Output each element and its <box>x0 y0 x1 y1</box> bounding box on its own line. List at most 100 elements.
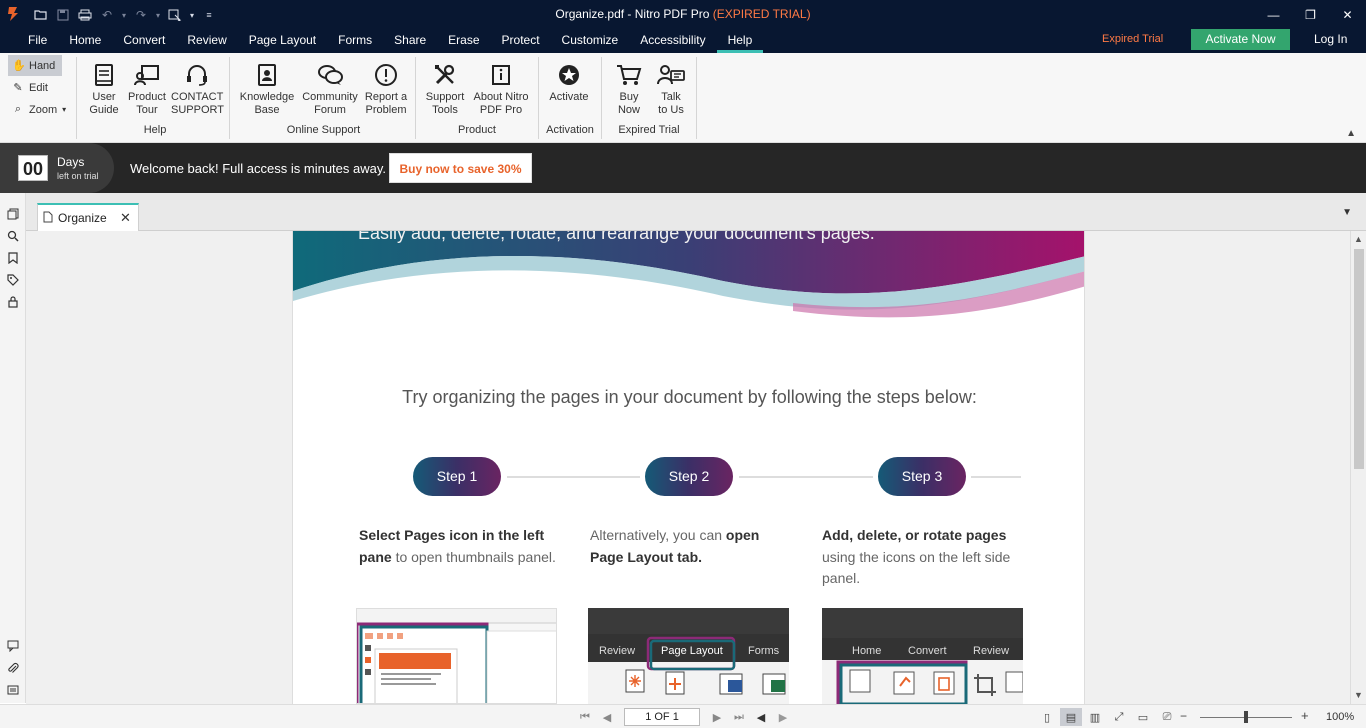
cart-icon <box>611 61 647 89</box>
fit-width-icon[interactable]: ⤢ <box>1108 708 1130 726</box>
tab-help[interactable]: Help <box>716 29 764 53</box>
alert-icon <box>361 61 411 89</box>
last-page-icon[interactable]: ⏭ <box>730 711 748 724</box>
pages-icon[interactable] <box>5 206 20 221</box>
report-problem-button[interactable]: Report a Problem <box>361 61 411 117</box>
tag-icon[interactable] <box>5 272 20 287</box>
product-group-label: Product <box>458 124 496 136</box>
ribbon-separator <box>601 57 602 139</box>
next-view-icon[interactable]: ▶ <box>774 711 792 724</box>
scrollbar-thumb[interactable] <box>1354 249 1364 469</box>
thumb2-tab-page-layout: Page Layout <box>661 645 723 657</box>
document-viewport[interactable]: Easily add, delete, rotate, and rearrang… <box>26 231 1350 704</box>
single-page-view-icon[interactable]: ▯ <box>1036 708 1058 726</box>
activate-button[interactable]: Activate <box>544 61 594 104</box>
vertical-scrollbar[interactable]: ▲ ▼ <box>1350 231 1366 704</box>
hero-subtitle: Easily add, delete, rotate, and rearrang… <box>358 231 875 243</box>
previous-page-icon[interactable]: ◀ <box>598 711 616 724</box>
facing-view-icon[interactable]: ▥ <box>1084 708 1106 726</box>
scroll-down-icon[interactable]: ▼ <box>1354 690 1363 700</box>
step-2-illustration: Review Page Layout Forms <box>588 608 789 704</box>
search-icon[interactable] <box>5 228 20 243</box>
first-page-icon[interactable]: ⏮ <box>576 711 594 724</box>
buy-now-button[interactable]: Buy Now <box>611 61 647 117</box>
step-1-pill: Step 1 <box>413 457 501 496</box>
thumb3-tab-convert: Convert <box>908 645 947 657</box>
form-fields-icon[interactable] <box>5 682 20 697</box>
page-number-input[interactable]: 1 OF 1 <box>624 708 700 726</box>
close-icon[interactable]: ✕ <box>1329 0 1366 29</box>
step-connector <box>507 476 640 478</box>
contact-support-button[interactable]: CONTACT SUPPORT <box>171 61 224 117</box>
community-forum-button[interactable]: Community Forum <box>299 61 361 117</box>
comment-icon[interactable] <box>5 638 20 653</box>
thumb3-tab-review: Review <box>973 645 1009 657</box>
tab-home[interactable]: Home <box>58 29 112 53</box>
ribbon: ✋ Hand ✎ Edit ⌕ Zoom ▾ User Guide Produc… <box>0 53 1366 143</box>
minimize-icon[interactable]: — <box>1255 0 1292 29</box>
days-sub-label: left on trial <box>57 171 99 181</box>
chat-person-icon <box>652 61 690 89</box>
about-nitro-button[interactable]: About Nitro PDF Pro <box>469 61 533 117</box>
scroll-up-icon[interactable]: ▲ <box>1354 234 1363 244</box>
continuous-view-icon[interactable]: ▤ <box>1060 708 1082 726</box>
thumb2-tab-forms: Forms <box>748 645 780 657</box>
tab-protect[interactable]: Protect <box>491 29 551 53</box>
zoom-handle[interactable] <box>1244 711 1248 723</box>
days-label: Days <box>57 155 85 169</box>
lock-icon[interactable] <box>5 294 20 309</box>
product-tour-button[interactable]: Product Tour <box>125 61 169 117</box>
window-title: Organize.pdf - Nitro PDF Pro (EXPIRED TR… <box>555 7 811 21</box>
expired-trial-tag: (EXPIRED TRIAL) <box>712 7 811 21</box>
tab-forms[interactable]: Forms <box>327 29 383 53</box>
zoom-in-icon[interactable]: + <box>1301 708 1309 723</box>
zoom-mode-button[interactable]: ⌕ Zoom ▾ <box>8 99 74 120</box>
monitor-view-icon[interactable]: ⎚ <box>1156 708 1178 726</box>
step-2-pill: Step 2 <box>645 457 733 496</box>
previous-view-icon[interactable]: ◀ <box>752 711 770 724</box>
hand-mode-button[interactable]: ✋ Hand <box>8 55 62 76</box>
document-tab-label: Organize <box>58 211 107 225</box>
zoom-out-icon[interactable]: − <box>1180 709 1187 723</box>
tools-icon <box>421 61 469 89</box>
tab-list-dropdown-icon[interactable]: ▼ <box>1342 207 1352 218</box>
book-icon <box>87 61 121 89</box>
tab-review[interactable]: Review <box>176 29 237 53</box>
step-connector <box>739 476 873 478</box>
activation-group-label: Activation <box>546 124 594 136</box>
expired-trial-group-label: Expired Trial <box>618 124 680 136</box>
welcome-message: Welcome back! Full access is minutes awa… <box>130 161 386 176</box>
restore-icon[interactable]: ❐ <box>1292 0 1329 29</box>
tab-page-layout[interactable]: Page Layout <box>238 29 327 53</box>
knowledge-base-button[interactable]: Knowledge Base <box>236 61 298 117</box>
step-3-pill: Step 3 <box>878 457 966 496</box>
next-page-icon[interactable]: ▶ <box>708 711 726 724</box>
chevron-down-icon: ▾ <box>62 105 67 114</box>
status-bar: ⏮ ◀ 1 OF 1 ▶ ⏭ ◀ ▶ ▯ ▤ ▥ ⤢ ▭ ⎚ − + 100% <box>0 704 1366 728</box>
tab-erase[interactable]: Erase <box>437 29 490 53</box>
user-guide-button[interactable]: User Guide <box>87 61 121 117</box>
collapse-ribbon-icon[interactable]: ▲ <box>1346 128 1356 139</box>
tab-customize[interactable]: Customize <box>551 29 630 53</box>
document-tab[interactable]: Organize ✕ <box>37 203 139 231</box>
talk-to-us-button[interactable]: Talk to Us <box>652 61 690 117</box>
edit-mode-button[interactable]: ✎ Edit <box>8 77 74 98</box>
step-1-illustration <box>356 608 557 704</box>
tab-share[interactable]: Share <box>383 29 437 53</box>
presentation-view-icon[interactable]: ▭ <box>1132 708 1154 726</box>
tab-convert[interactable]: Convert <box>112 29 176 53</box>
tab-file[interactable]: File <box>0 29 58 53</box>
zoom-slider[interactable]: − + <box>1180 708 1320 725</box>
attachment-icon[interactable] <box>5 660 20 675</box>
close-tab-icon[interactable]: ✕ <box>120 210 131 226</box>
thumb2-tab-review: Review <box>599 645 635 657</box>
bookmark-icon[interactable] <box>5 250 20 265</box>
tab-accessibility[interactable]: Accessibility <box>629 29 716 53</box>
support-tools-button[interactable]: Support Tools <box>421 61 469 117</box>
ribbon-separator <box>538 57 539 139</box>
activate-now-button[interactable]: Activate Now <box>1191 29 1290 50</box>
days-counter: 00 Days left on trial <box>0 143 114 193</box>
pdf-page: Easily add, delete, rotate, and rearrang… <box>292 231 1085 704</box>
login-link[interactable]: Log In <box>1314 32 1347 46</box>
buy-now-save-button[interactable]: Buy now to save 30% <box>389 153 532 183</box>
